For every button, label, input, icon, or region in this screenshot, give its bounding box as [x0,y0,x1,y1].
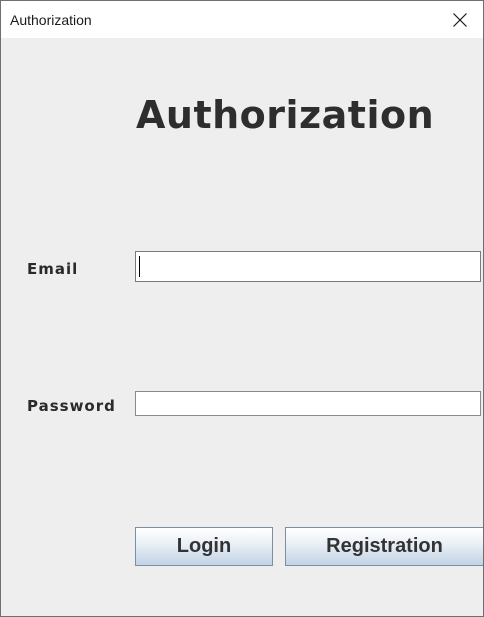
password-label: Password [27,397,116,415]
login-button[interactable]: Login [135,527,273,566]
form-panel: Authorization Email Password Login Regis… [1,38,483,616]
text-caret [139,256,140,277]
password-field[interactable] [135,391,481,416]
email-label: Email [27,260,79,278]
authorization-window: Authorization Authorization Email Passwo… [0,0,484,617]
email-field[interactable] [135,251,481,282]
window-title: Authorization [10,12,92,28]
close-button[interactable] [437,1,483,38]
title-bar[interactable]: Authorization [1,1,483,38]
registration-button[interactable]: Registration [285,527,483,566]
page-title: Authorization [136,93,435,137]
close-icon [453,13,467,27]
